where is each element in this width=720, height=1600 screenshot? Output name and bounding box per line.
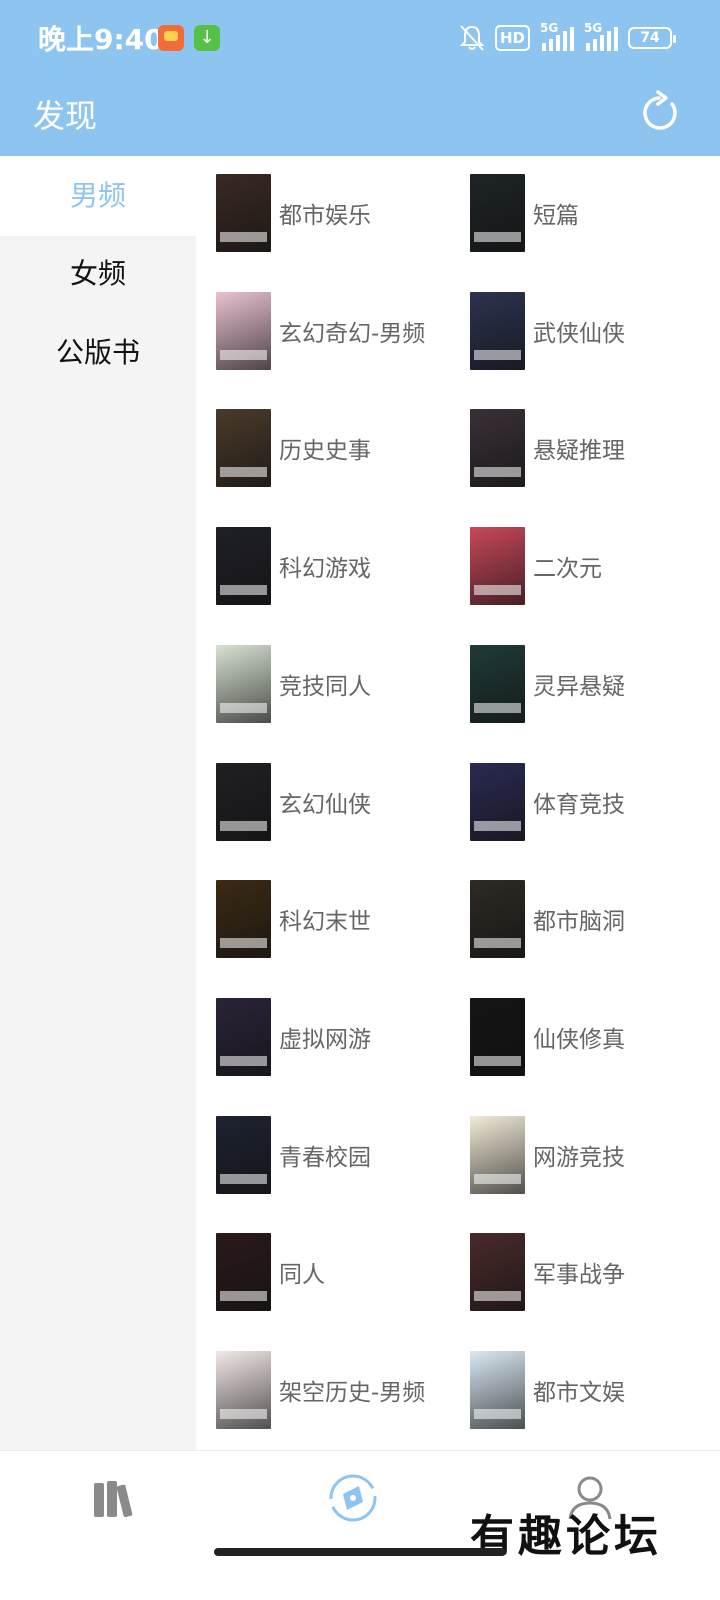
book-cover-image [216, 527, 271, 605]
category-grid: 都市娱乐 短篇玄幻奇幻-男频 武侠仙侠历史史事 悬疑推理科幻游戏 二次元竞技同人 灵异悬疑… [196, 156, 720, 1450]
refresh-icon[interactable] [636, 90, 682, 136]
app-notification-icon [158, 25, 184, 51]
bell-muted-icon [459, 25, 485, 51]
tab-male[interactable]: 男频 [0, 156, 196, 236]
category-label: 都市文娱 [533, 1380, 625, 1406]
category-label: 悬疑推理 [533, 438, 625, 464]
category-item[interactable]: 都市脑洞 [470, 880, 625, 958]
category-item[interactable]: 科幻游戏 [216, 527, 371, 605]
category-item[interactable]: 玄幻仙侠 [216, 763, 371, 841]
category-item[interactable]: 悬疑推理 [470, 409, 625, 487]
book-cover-image [216, 645, 271, 723]
category-label: 虚拟网游 [279, 1027, 371, 1053]
book-cover-image [216, 763, 271, 841]
book-cover-image [216, 174, 271, 252]
book-cover-image [216, 998, 271, 1076]
bookshelf-icon[interactable] [88, 1469, 148, 1529]
category-item[interactable]: 科幻末世 [216, 880, 371, 958]
book-cover-image [216, 1351, 271, 1429]
category-label: 仙侠修真 [533, 1027, 625, 1053]
category-item[interactable]: 都市文娱 [470, 1351, 625, 1429]
category-label: 历史史事 [279, 438, 371, 464]
book-cover-image [470, 998, 525, 1076]
battery-icon: 74 [628, 27, 676, 49]
book-cover-image [216, 409, 271, 487]
category-label: 同人 [279, 1262, 325, 1288]
download-icon: ↓ [194, 25, 220, 51]
app-header: 发现 [0, 78, 720, 156]
category-item[interactable]: 历史史事 [216, 409, 371, 487]
category-label: 玄幻仙侠 [279, 792, 371, 818]
hd-voice-icon: HD [494, 25, 530, 51]
category-item[interactable]: 竞技同人 [216, 645, 371, 723]
category-item[interactable]: 灵异悬疑 [470, 645, 625, 723]
category-item[interactable]: 二次元 [470, 527, 602, 605]
book-cover-image [470, 880, 525, 958]
category-item[interactable]: 青春校园 [216, 1116, 371, 1194]
category-label: 科幻游戏 [279, 556, 371, 582]
status-bar: 晚上9:40 ↓ HD 5G 5G 74 [0, 0, 720, 78]
tab-public-domain[interactable]: 公版书 [0, 313, 196, 393]
book-cover-image [216, 292, 271, 370]
category-label: 竞技同人 [279, 674, 371, 700]
compass-icon[interactable] [326, 1471, 380, 1525]
signal-icon: 5G [540, 21, 574, 51]
book-cover-image [216, 1116, 271, 1194]
category-label: 二次元 [533, 556, 602, 582]
category-item[interactable]: 同人 [216, 1233, 325, 1311]
book-cover-image [216, 1233, 271, 1311]
category-item[interactable]: 仙侠修真 [470, 998, 625, 1076]
book-cover-image [470, 292, 525, 370]
category-label: 武侠仙侠 [533, 321, 625, 347]
category-label: 军事战争 [533, 1262, 625, 1288]
category-item[interactable]: 武侠仙侠 [470, 292, 625, 370]
category-item[interactable]: 军事战争 [470, 1233, 625, 1311]
category-label: 玄幻奇幻-男频 [279, 321, 426, 347]
category-label: 网游竞技 [533, 1145, 625, 1171]
category-sidebar: 男频 女频 公版书 [0, 156, 196, 1450]
tab-female[interactable]: 女频 [0, 234, 196, 314]
category-item[interactable]: 都市娱乐 [216, 174, 371, 252]
status-indicators: HD 5G 5G 74 [459, 21, 676, 54]
category-label: 短篇 [533, 203, 579, 229]
book-cover-image [470, 174, 525, 252]
page-title: 发现 [33, 97, 98, 135]
category-label: 体育竞技 [533, 792, 625, 818]
category-label: 青春校园 [279, 1145, 371, 1171]
category-label: 科幻末世 [279, 909, 371, 935]
book-cover-image [470, 1351, 525, 1429]
category-label: 灵异悬疑 [533, 674, 625, 700]
book-cover-image [470, 1116, 525, 1194]
category-label: 都市娱乐 [279, 203, 371, 229]
book-cover-image [470, 1233, 525, 1311]
book-cover-image [470, 527, 525, 605]
book-cover-image [470, 645, 525, 723]
category-item[interactable]: 玄幻奇幻-男频 [216, 292, 425, 370]
status-time: 晚上9:40 [38, 23, 164, 56]
book-cover-image [216, 880, 271, 958]
signal-icon-2: 5G [584, 21, 618, 51]
category-item[interactable]: 短篇 [470, 174, 579, 252]
category-item[interactable]: 架空历史-男频 [216, 1351, 425, 1429]
book-cover-image [470, 763, 525, 841]
category-label: 架空历史-男频 [279, 1380, 426, 1406]
book-cover-image [470, 409, 525, 487]
category-item[interactable]: 虚拟网游 [216, 998, 371, 1076]
home-indicator[interactable] [214, 1548, 506, 1556]
category-item[interactable]: 网游竞技 [470, 1116, 625, 1194]
category-label: 都市脑洞 [533, 909, 625, 935]
category-item[interactable]: 体育竞技 [470, 763, 625, 841]
